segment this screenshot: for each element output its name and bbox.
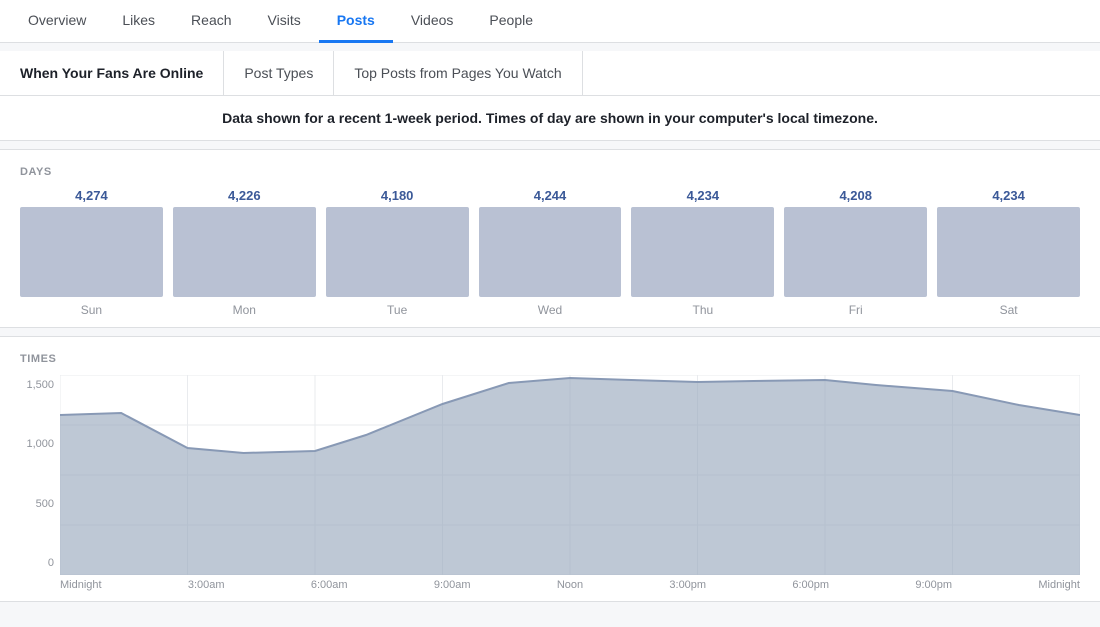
day-value-sat: 4,234: [992, 188, 1025, 203]
day-bar-thu: [631, 207, 774, 297]
tab-people[interactable]: People: [471, 0, 551, 43]
x-label-6am: 6:00am: [311, 579, 348, 591]
x-label-6pm: 6:00pm: [792, 579, 829, 591]
x-label-midnight-start: Midnight: [60, 579, 102, 591]
x-label-3am: 3:00am: [188, 579, 225, 591]
times-chart-wrapper: 1,500 1,000 500 0: [20, 375, 1080, 591]
day-value-sun: 4,274: [75, 188, 108, 203]
info-bar: Data shown for a recent 1-week period. T…: [0, 96, 1100, 141]
day-label-wed: Wed: [538, 303, 562, 317]
sub-navigation: When Your Fans Are Online Post Types Top…: [0, 51, 1100, 96]
day-label-mon: Mon: [233, 303, 256, 317]
x-label-midnight-end: Midnight: [1038, 579, 1080, 591]
info-text: Data shown for a recent 1-week period. T…: [222, 110, 878, 126]
y-label-1000: 1,000: [20, 438, 60, 450]
top-navigation: Overview Likes Reach Visits Posts Videos…: [0, 0, 1100, 43]
day-bar-fri: [784, 207, 927, 297]
times-section: TIMES 1,500 1,000 500 0: [0, 336, 1100, 602]
day-value-mon: 4,226: [228, 188, 261, 203]
tab-reach[interactable]: Reach: [173, 0, 249, 43]
x-label-3pm: 3:00pm: [669, 579, 706, 591]
sub-tab-post-types[interactable]: Post Types: [224, 51, 334, 95]
day-bar-sun: [20, 207, 163, 297]
day-col-fri: 4,208 Fri: [784, 188, 927, 317]
day-value-wed: 4,244: [534, 188, 567, 203]
y-label-1500: 1,500: [20, 379, 60, 391]
x-label-9am: 9:00am: [434, 579, 471, 591]
y-axis: 1,500 1,000 500 0: [20, 375, 60, 591]
day-col-tue: 4,180 Tue: [326, 188, 469, 317]
day-label-tue: Tue: [387, 303, 407, 317]
day-label-fri: Fri: [849, 303, 863, 317]
day-bar-wed: [479, 207, 622, 297]
days-grid: 4,274 Sun 4,226 Mon 4,180 Tue 4,244 Wed …: [20, 188, 1080, 317]
tab-likes[interactable]: Likes: [104, 0, 173, 43]
tab-visits[interactable]: Visits: [250, 0, 319, 43]
y-label-0: 0: [20, 557, 60, 569]
day-col-thu: 4,234 Thu: [631, 188, 774, 317]
day-col-wed: 4,244 Wed: [479, 188, 622, 317]
day-label-sat: Sat: [1000, 303, 1018, 317]
day-value-fri: 4,208: [839, 188, 872, 203]
day-bar-sat: [937, 207, 1080, 297]
area-chart-polygon: [60, 378, 1080, 575]
tab-videos[interactable]: Videos: [393, 0, 472, 43]
day-label-sun: Sun: [81, 303, 102, 317]
sub-tab-top-posts[interactable]: Top Posts from Pages You Watch: [334, 51, 582, 95]
days-section: DAYS 4,274 Sun 4,226 Mon 4,180 Tue 4,244…: [0, 149, 1100, 328]
days-label: DAYS: [20, 166, 1080, 178]
day-value-thu: 4,234: [687, 188, 720, 203]
day-bar-tue: [326, 207, 469, 297]
tab-overview[interactable]: Overview: [10, 0, 104, 43]
x-label-9pm: 9:00pm: [915, 579, 952, 591]
x-label-noon: Noon: [557, 579, 583, 591]
chart-and-xaxis: Midnight 3:00am 6:00am 9:00am Noon 3:00p…: [60, 375, 1080, 591]
x-axis: Midnight 3:00am 6:00am 9:00am Noon 3:00p…: [60, 575, 1080, 591]
day-col-sat: 4,234 Sat: [937, 188, 1080, 317]
day-value-tue: 4,180: [381, 188, 414, 203]
sub-tab-fans-online[interactable]: When Your Fans Are Online: [0, 51, 224, 95]
day-label-thu: Thu: [693, 303, 714, 317]
times-chart-svg: [60, 375, 1080, 575]
day-col-sun: 4,274 Sun: [20, 188, 163, 317]
day-col-mon: 4,226 Mon: [173, 188, 316, 317]
day-bar-mon: [173, 207, 316, 297]
times-label: TIMES: [20, 353, 1080, 365]
y-label-500: 500: [20, 498, 60, 510]
tab-posts[interactable]: Posts: [319, 0, 393, 43]
